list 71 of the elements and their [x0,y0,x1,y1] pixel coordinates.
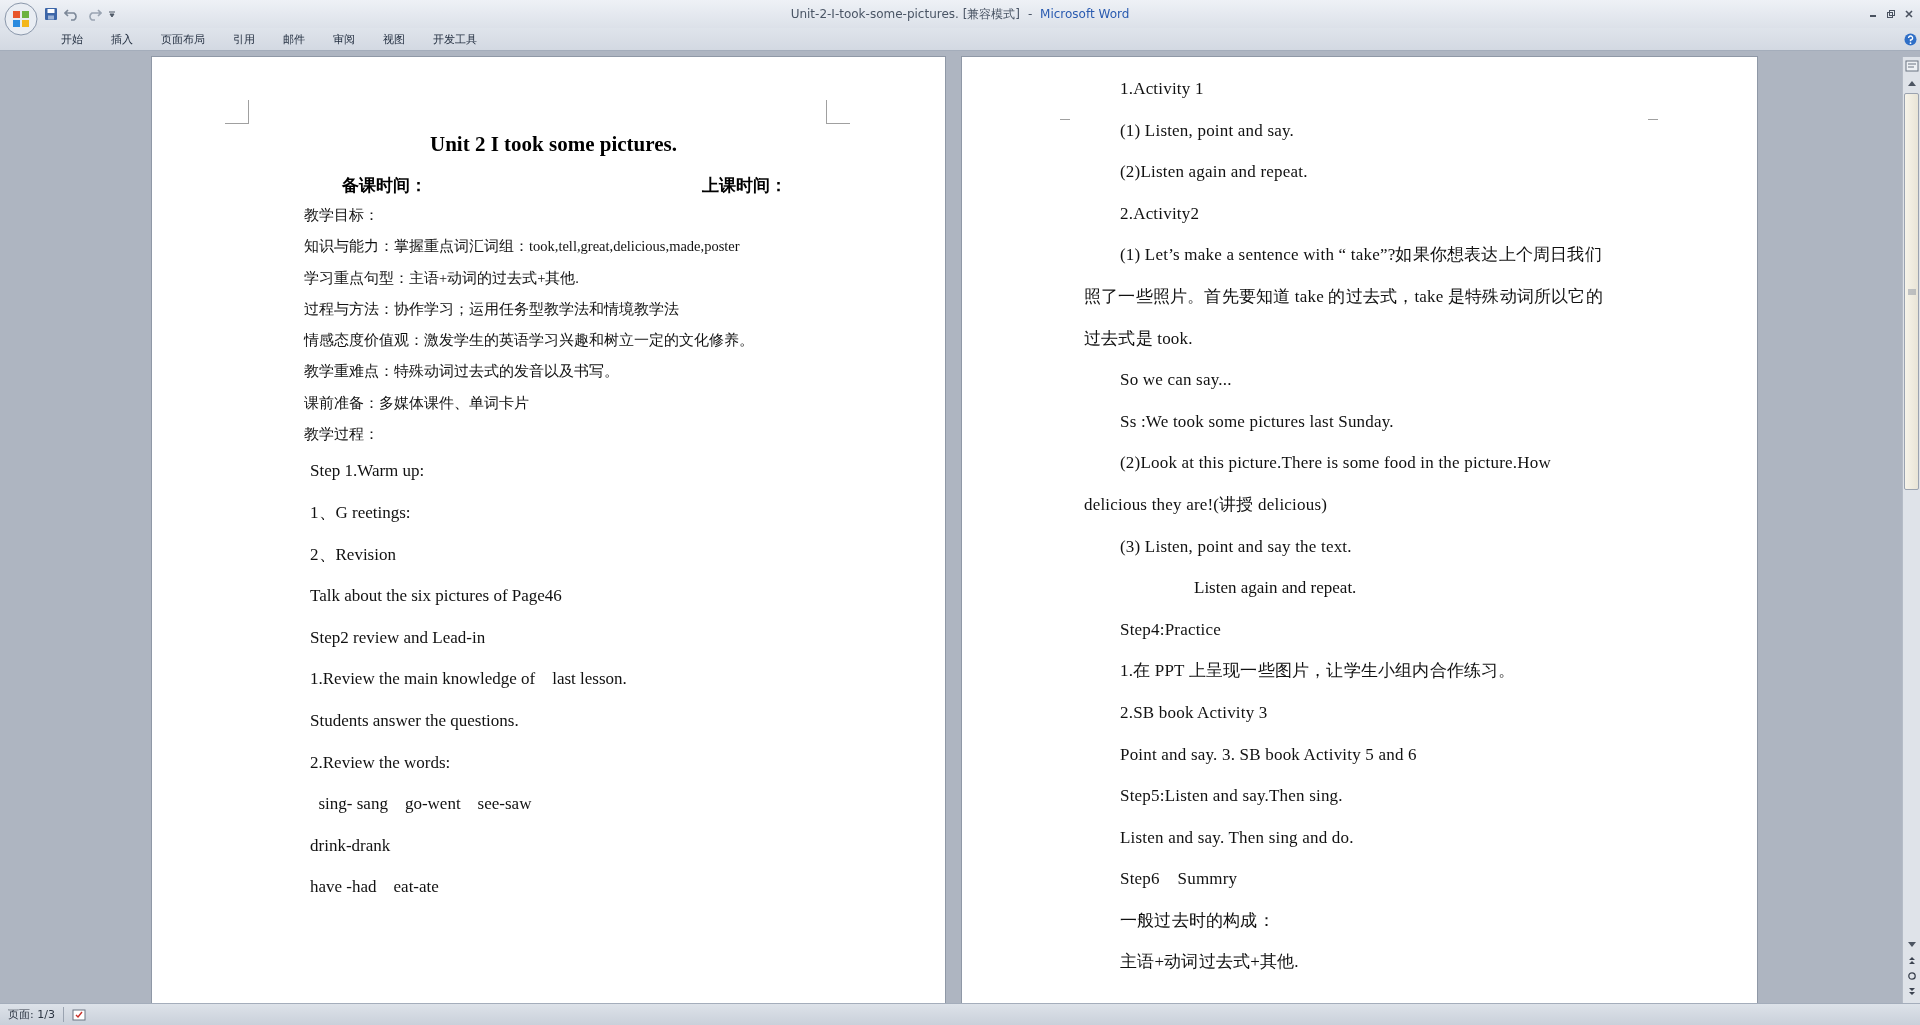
prep-time-label: 备课时间： [342,174,427,197]
paragraph: (2)Listen again and repeat. [1119,161,1309,184]
ribbon-tab[interactable]: 审阅 [320,30,368,48]
save-icon[interactable] [44,7,58,21]
document-title: Unit 2 I took some pictures. [429,131,677,158]
paragraph: 情感态度价值观：激发学生的英语学习兴趣和树立一定的文化修养。 [304,331,754,351]
ribbon-tab[interactable]: 开发工具 [420,30,490,48]
paragraph: Students answer the questions. [310,709,519,732]
paragraph: 教学目标： [304,206,379,225]
scroll-down-icon[interactable] [1906,941,1917,949]
paragraph: 主语+动词过去式+其他. [1119,951,1300,974]
ribbon-tab[interactable]: 引用 [220,30,268,48]
paragraph: Listen and say. Then sing and do. [1119,826,1355,849]
paragraph: (3) Listen, point and say the text. [1119,535,1353,558]
undo-icon[interactable] [64,7,80,21]
paragraph: 2.Review the words: [310,751,451,774]
ribbon-tab[interactable]: 开始 [48,30,96,48]
paragraph: 学习重点句型：主语+动词的过去式+其他. [304,268,579,288]
paragraph: sing- sang go-went see-saw [317,793,532,816]
application-name: Microsoft Word [1040,6,1130,21]
paragraph: (1) Listen, point and say. [1119,119,1296,142]
grip-icon [1907,288,1916,295]
title-separator: - [1027,6,1033,21]
crop-mark [1648,119,1658,120]
ribbon-tab[interactable]: 插入 [98,30,146,48]
scroll-up-icon[interactable] [1906,79,1917,87]
close-icon[interactable] [1904,9,1914,19]
paragraph: 教学重难点：特殊动词过去式的发音以及书写。 [304,362,619,382]
paragraph: Point and say. 3. SB book Activity 5 and 6 [1119,743,1418,766]
restore-icon[interactable] [1886,9,1896,19]
paragraph: (2)Look at this picture.There is some food in the picture.How delicious they are!(讲授 delicious) [1084,452,1552,516]
paragraph: 1.在 PPT 上呈现一些图片，让学生小组内合作练习。 [1119,660,1517,683]
ribbon-tab[interactable]: 视图 [370,30,418,48]
paragraph: Step5:Listen and say.Then sing. [1119,785,1344,808]
paragraph: drink-drank [310,834,391,857]
customize-caret-icon[interactable] [108,10,116,18]
crop-mark [225,100,249,124]
paragraph: 1.Review the main knowledge of last lesson. [310,668,627,691]
paragraph: 课前准备：多媒体课件、单词卡片 [304,393,529,413]
paragraph: 过程与方法：协作学习；运用任务型教学法和情境教学法 [304,299,679,319]
paragraph: So we can say... [1119,369,1233,392]
paragraph: 1.Activity 1 [1119,78,1205,100]
crop-mark [826,100,850,124]
window-title: Unit-2-I-took-some-pictures. [兼容模式] [790,6,1021,21]
paragraph: 1、G reetings: [310,501,411,524]
paragraph: Step 1.Warm up: [310,460,425,483]
page-count[interactable]: 页面: 1/3 [8,1007,64,1022]
paragraph: (1) Let’s make a sentence with “ take”?如果你想表达上个周日我们照了一些照片。首先要知道 take 的过去式，take 是特殊动词所以它的过去式是 took. [1084,244,1604,350]
scroll-thumb[interactable] [1904,93,1919,490]
ruler-toggle-icon[interactable] [1904,59,1919,73]
ribbon-tab[interactable]: 邮件 [270,30,318,48]
paragraph: Step6 Summry [1119,868,1239,891]
paragraph: 教学过程： [304,425,379,445]
ribbon-tab[interactable]: 页面布局 [148,30,218,48]
paragraph: 一般过去时的构成： [1119,909,1276,932]
paragraph: Talk about the six pictures of Page46 [310,585,562,608]
class-time-label: 上课时间： [702,174,787,197]
crop-mark [1060,119,1070,120]
vertical-scrollbar[interactable] [1902,57,1920,1003]
paragraph: 2.Activity2 [1119,202,1201,225]
paragraph: Step4:Practice [1119,618,1222,641]
paragraph: Ss :We took some pictures last Sunday. [1119,410,1395,433]
paragraph: 2.SB book Activity 3 [1119,701,1269,724]
paragraph: Step2 review and Lead-in [310,626,486,649]
browse-object-icon[interactable] [1906,971,1917,981]
paragraph: 2、Revision [310,543,396,566]
paragraph: Listen again and repeat. [1193,577,1358,600]
paragraph: 知识与能力：掌握重点词汇词组：took,tell,great,delicious,made,poster [304,237,740,257]
help-icon[interactable] [1904,32,1917,46]
paragraph: have -had eat-ate [310,876,439,899]
proofing-icon[interactable] [71,1008,86,1021]
